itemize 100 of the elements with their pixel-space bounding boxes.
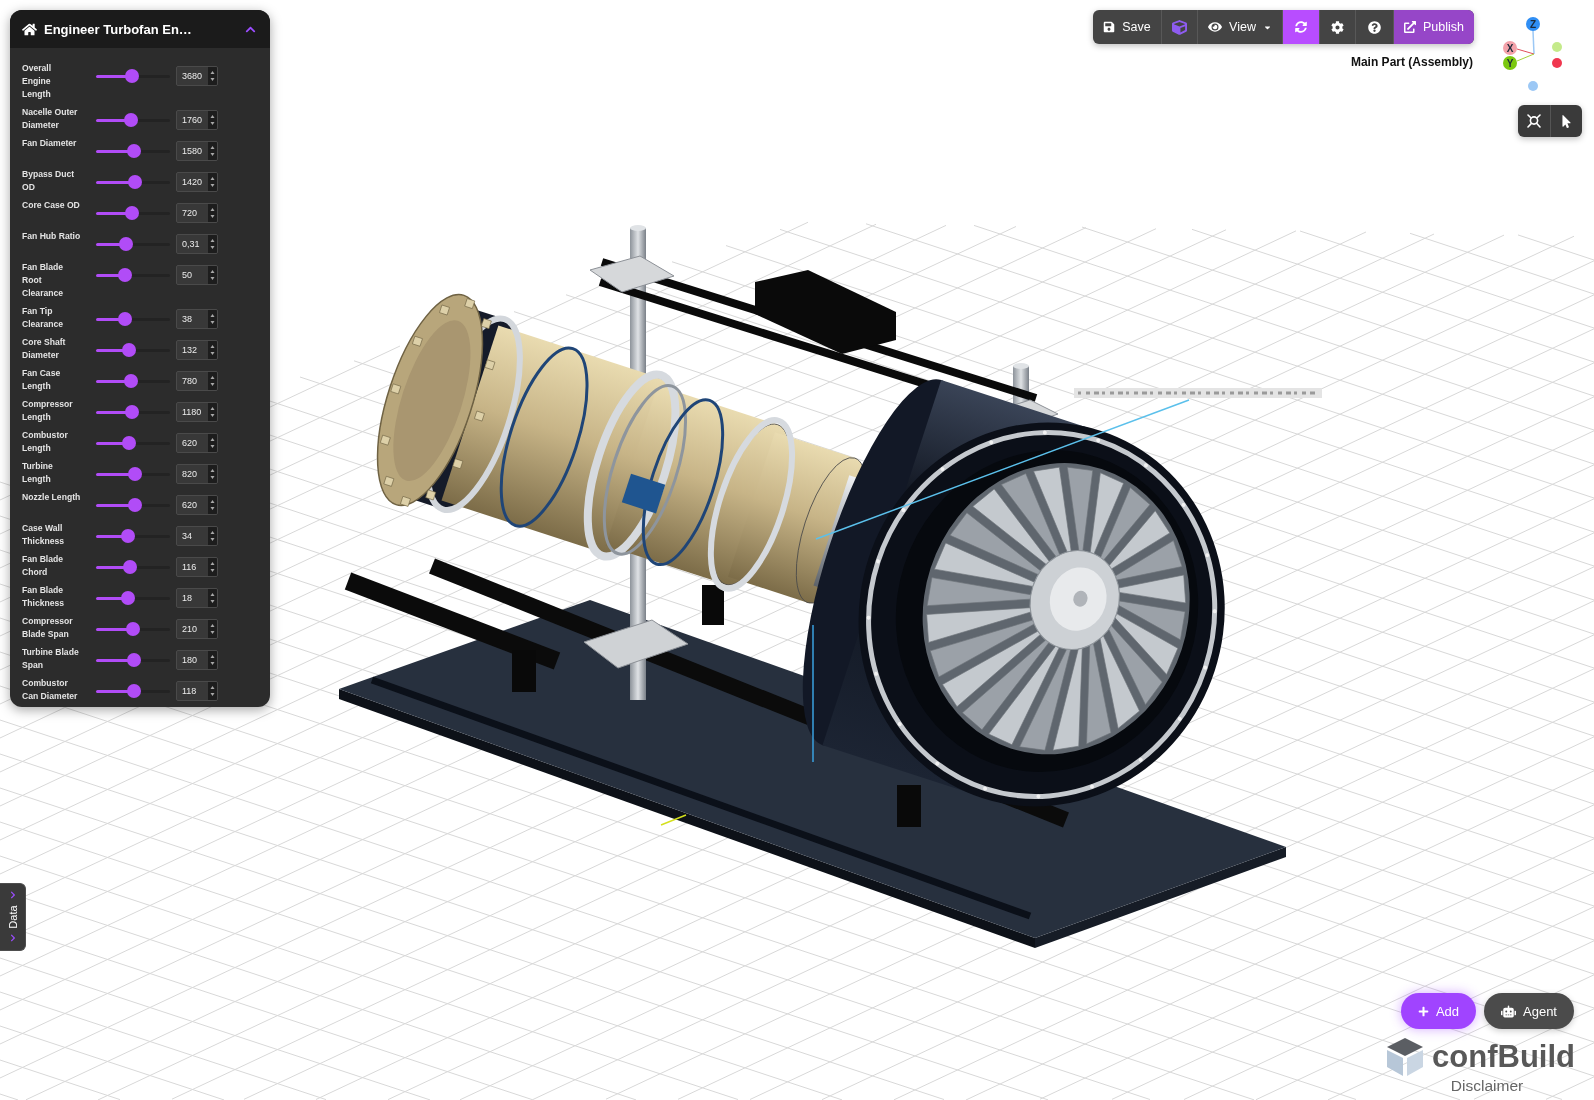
slider-thumb[interactable]	[124, 206, 139, 220]
parameter-slider[interactable]	[96, 144, 170, 158]
home-icon[interactable]	[22, 21, 37, 37]
parameter-slider[interactable]	[96, 343, 170, 357]
parameter-label: Core Shaft Diameter	[22, 336, 67, 362]
parameter-slider[interactable]	[96, 560, 170, 574]
number-input[interactable]: 118	[176, 681, 218, 701]
parameter-slider[interactable]	[96, 467, 170, 481]
axis-handle[interactable]: Z	[1526, 17, 1540, 31]
slider-thumb[interactable]	[118, 312, 133, 326]
slider-thumb[interactable]	[126, 622, 140, 636]
selection-label: Main Part (Assembly)	[1350, 55, 1473, 69]
number-input[interactable]: 34	[176, 526, 218, 546]
spinner-icon[interactable]	[208, 434, 217, 452]
number-input[interactable]: 620	[176, 495, 218, 515]
number-input[interactable]: 620	[176, 433, 218, 453]
spinner-icon[interactable]	[208, 620, 217, 638]
number-input[interactable]: 3680	[176, 66, 218, 86]
number-input[interactable]: 180	[176, 650, 218, 670]
parameter-slider[interactable]	[96, 653, 170, 667]
parameter-slider[interactable]	[96, 69, 170, 83]
parameter-slider[interactable]	[96, 237, 170, 251]
slider-thumb[interactable]	[121, 436, 136, 450]
parameter-slider[interactable]	[96, 312, 170, 326]
parameter-label: Fan Case Length	[22, 367, 62, 393]
slider-thumb[interactable]	[123, 374, 138, 388]
number-input[interactable]: 38	[176, 309, 218, 329]
slider-thumb[interactable]	[123, 560, 137, 574]
slider-thumb[interactable]	[123, 113, 138, 127]
axis-dot[interactable]	[1528, 81, 1538, 91]
number-input[interactable]: 1180	[176, 402, 218, 422]
spinner-icon[interactable]	[208, 403, 217, 421]
axis-handle[interactable]: Y	[1503, 56, 1517, 70]
spinner-icon[interactable]	[208, 204, 217, 222]
parameter-slider[interactable]	[96, 268, 170, 282]
spinner-icon[interactable]	[208, 589, 217, 607]
spinner-icon[interactable]	[208, 111, 217, 129]
slider-thumb[interactable]	[122, 343, 137, 357]
number-input[interactable]: 50	[176, 265, 218, 285]
parameter-slider[interactable]	[96, 498, 170, 512]
spinner-icon[interactable]	[208, 173, 217, 191]
gear-icon	[1331, 20, 1344, 34]
parameter-slider[interactable]	[96, 591, 170, 605]
spinner-icon[interactable]	[208, 372, 217, 390]
slider-thumb[interactable]	[125, 405, 140, 419]
slider-thumb[interactable]	[127, 498, 142, 512]
spinner-icon[interactable]	[208, 310, 217, 328]
number-input[interactable]: 1580	[176, 141, 218, 161]
slider-thumb[interactable]	[121, 529, 136, 543]
parameter-slider[interactable]	[96, 529, 170, 543]
slider-thumb[interactable]	[125, 69, 140, 83]
spinner-icon[interactable]	[208, 651, 217, 669]
chevron-right-icon	[8, 934, 17, 942]
number-input[interactable]: 210	[176, 619, 218, 639]
axis-handle[interactable]: X	[1503, 41, 1517, 55]
disclaimer-link[interactable]: Disclaimer	[1450, 1077, 1524, 1095]
spinner-icon[interactable]	[208, 67, 217, 85]
slider-thumb[interactable]	[127, 144, 142, 158]
cube-icon	[1172, 19, 1187, 35]
agent-button[interactable]: Agent	[1484, 993, 1574, 1029]
data-tab[interactable]: Data	[0, 883, 26, 951]
slider-thumb[interactable]	[118, 237, 133, 251]
number-input[interactable]: 18	[176, 588, 218, 608]
number-input[interactable]: 720	[176, 203, 218, 223]
spinner-icon[interactable]	[208, 465, 217, 483]
spinner-icon[interactable]	[208, 682, 217, 700]
number-input[interactable]: 1760	[176, 110, 218, 130]
slider-thumb[interactable]	[126, 684, 141, 698]
axis-dot[interactable]	[1552, 42, 1562, 52]
number-input[interactable]: 780	[176, 371, 218, 391]
add-button[interactable]: Add	[1401, 993, 1476, 1029]
parameter-slider[interactable]	[96, 113, 170, 127]
number-input[interactable]: 1420	[176, 172, 218, 192]
number-input[interactable]: 0,31	[176, 234, 218, 254]
axis-dot[interactable]	[1552, 58, 1562, 68]
number-input[interactable]: 132	[176, 340, 218, 360]
number-input[interactable]: 820	[176, 464, 218, 484]
spinner-icon[interactable]	[208, 266, 217, 284]
spinner-icon[interactable]	[208, 341, 217, 359]
save-button[interactable]: Save	[1093, 10, 1161, 44]
parameter-slider[interactable]	[96, 684, 170, 698]
spinner-icon[interactable]	[208, 235, 217, 253]
spinner-icon[interactable]	[208, 558, 217, 576]
slider-thumb[interactable]	[118, 268, 133, 282]
spinner-icon[interactable]	[208, 527, 217, 545]
slider-thumb[interactable]	[127, 175, 142, 189]
publish-button[interactable]: Publish	[1393, 10, 1474, 44]
parameter-slider[interactable]	[96, 622, 170, 636]
parameter-slider[interactable]	[96, 206, 170, 220]
spinner-icon[interactable]	[208, 142, 217, 160]
regenerate-button[interactable]	[1282, 10, 1319, 44]
parameter-slider[interactable]	[96, 436, 170, 450]
parameter-slider[interactable]	[96, 405, 170, 419]
parameter-slider[interactable]	[96, 175, 170, 189]
parameter-slider[interactable]	[96, 374, 170, 388]
slider-thumb[interactable]	[126, 653, 141, 667]
slider-thumb[interactable]	[120, 591, 135, 605]
number-input[interactable]: 116	[176, 557, 218, 577]
spinner-icon[interactable]	[208, 496, 217, 514]
slider-thumb[interactable]	[127, 467, 142, 481]
